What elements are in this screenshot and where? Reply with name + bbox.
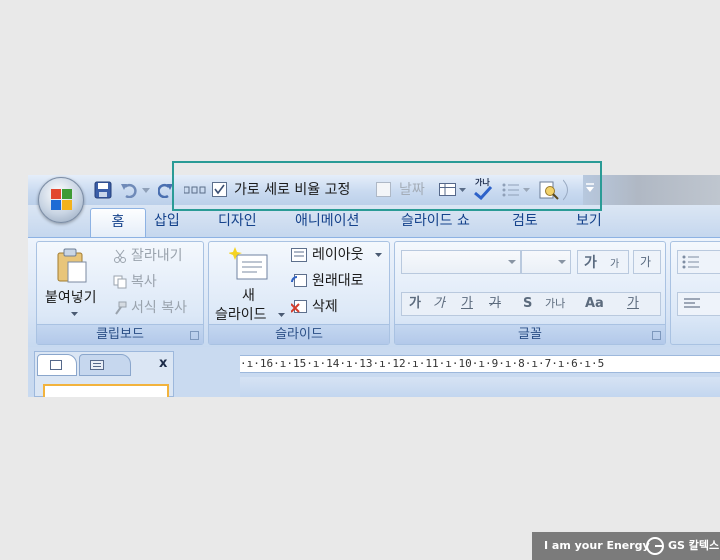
outline-tab-icon <box>90 360 104 370</box>
watermark-brand: GS 칼텍스 <box>668 539 720 552</box>
chevron-down-icon[interactable] <box>142 188 150 193</box>
highlight-box <box>172 161 602 211</box>
strikethrough-button[interactable]: 가 <box>489 293 501 315</box>
chevron-down-icon[interactable] <box>375 253 382 257</box>
delete-slide-icon <box>291 300 307 313</box>
chevron-down-icon[interactable] <box>278 313 285 317</box>
tab-view[interactable]: 보기 <box>576 211 602 231</box>
clipboard-launcher-icon[interactable] <box>190 331 199 340</box>
copy-button[interactable]: 복사 <box>131 273 157 291</box>
font-size-buttons: 가 가 <box>577 250 629 274</box>
align-left-button[interactable] <box>677 292 720 316</box>
tab-outline[interactable] <box>79 354 131 376</box>
tab-review[interactable]: 검토 <box>512 211 538 231</box>
gs-logo-icon <box>646 537 664 555</box>
reset-button[interactable]: 원래대로 <box>312 272 364 290</box>
character-spacing-button[interactable]: 가나 <box>545 293 565 315</box>
paste-icon[interactable] <box>55 247 89 283</box>
slide-tab-icon <box>50 360 62 370</box>
office-button[interactable] <box>38 177 84 223</box>
slides-group: 새 슬라이드 레이아웃 원래대로 삭제 슬라이드 <box>208 241 390 345</box>
bold-button[interactable]: 가 <box>409 293 421 315</box>
new-slide-button-line1[interactable]: 새 <box>242 287 255 305</box>
save-icon[interactable] <box>94 181 112 199</box>
new-slide-icon[interactable] <box>229 247 269 283</box>
clipboard-group: 붙여넣기 잘라내기 복사 서식 복사 클립보드 <box>36 241 204 345</box>
italic-button[interactable]: 가 <box>433 293 445 315</box>
underline-button[interactable]: 가 <box>461 293 473 315</box>
font-size-combo[interactable] <box>521 250 571 274</box>
cut-button[interactable]: 잘라내기 <box>131 247 183 265</box>
slide-thumbnail[interactable] <box>43 384 169 397</box>
title-bar <box>583 175 720 205</box>
scissors-icon <box>114 249 126 263</box>
bullets-icon <box>682 255 699 269</box>
paragraph-group <box>670 241 720 345</box>
office-logo-icon <box>51 189 61 199</box>
clipboard-group-label: 클립보드 <box>37 324 203 344</box>
bullets-button[interactable] <box>677 250 720 274</box>
tab-home[interactable]: 홈 <box>90 208 146 238</box>
font-group: 가 가 가 가 가 가 가 S 가나 Aa 가 글꼴 <box>394 241 666 345</box>
tab-design[interactable]: 디자인 <box>218 211 257 231</box>
workspace: x ·ı·16·ı·15·ı·14·ı·13·ı·12·ı·11·ı·10·ı·… <box>28 347 720 397</box>
shrink-font-button[interactable]: 가 <box>610 256 619 274</box>
clear-formatting-button[interactable]: 가 <box>633 250 661 274</box>
tab-animations[interactable]: 애니메이션 <box>295 211 359 231</box>
new-slide-button-line2[interactable]: 슬라이드 <box>215 306 267 324</box>
undo-icon[interactable] <box>120 182 138 198</box>
close-pane-button[interactable]: x <box>159 356 167 371</box>
change-case-button[interactable]: Aa <box>585 293 604 315</box>
watermark-slogan: I am your Energy <box>544 539 650 552</box>
font-name-combo[interactable] <box>401 250 521 274</box>
slide-canvas[interactable] <box>240 377 720 397</box>
format-painter-button[interactable]: 서식 복사 <box>131 299 187 317</box>
watermark: I am your Energy GS 칼텍스 <box>532 532 720 560</box>
horizontal-ruler[interactable]: ·ı·16·ı·15·ı·14·ı·13·ı·12·ı·11·ı·10·ı·9·… <box>240 355 720 373</box>
tab-slides[interactable] <box>37 354 77 376</box>
slides-group-label: 슬라이드 <box>209 324 389 344</box>
chevron-down-icon[interactable] <box>558 260 566 264</box>
font-group-label: 글꼴 <box>395 324 665 344</box>
font-launcher-icon[interactable] <box>652 331 661 340</box>
copy-icon <box>113 275 127 289</box>
font-color-button[interactable]: 가 <box>627 293 639 315</box>
shadow-button[interactable]: S <box>523 293 532 315</box>
chevron-down-icon[interactable] <box>71 312 78 316</box>
tab-slide-show[interactable]: 슬라이드 쇼 <box>401 211 470 231</box>
layout-button[interactable]: 레이아웃 <box>312 246 364 264</box>
paste-button[interactable]: 붙여넣기 <box>45 289 97 307</box>
delete-slide-button[interactable]: 삭제 <box>312 298 338 316</box>
chevron-down-icon[interactable] <box>508 260 516 264</box>
slides-pane: x <box>34 351 174 397</box>
reset-icon <box>291 274 307 287</box>
align-left-icon <box>684 298 700 308</box>
layout-icon <box>291 248 307 262</box>
tab-insert[interactable]: 삽입 <box>154 211 180 231</box>
clear-formatting-label: 가 <box>640 255 652 269</box>
ribbon: 붙여넣기 잘라내기 복사 서식 복사 클립보드 새 슬라이드 레이아웃 원래대로… <box>28 237 720 347</box>
format-painter-icon <box>115 301 127 315</box>
grow-font-button[interactable]: 가 <box>584 254 597 272</box>
